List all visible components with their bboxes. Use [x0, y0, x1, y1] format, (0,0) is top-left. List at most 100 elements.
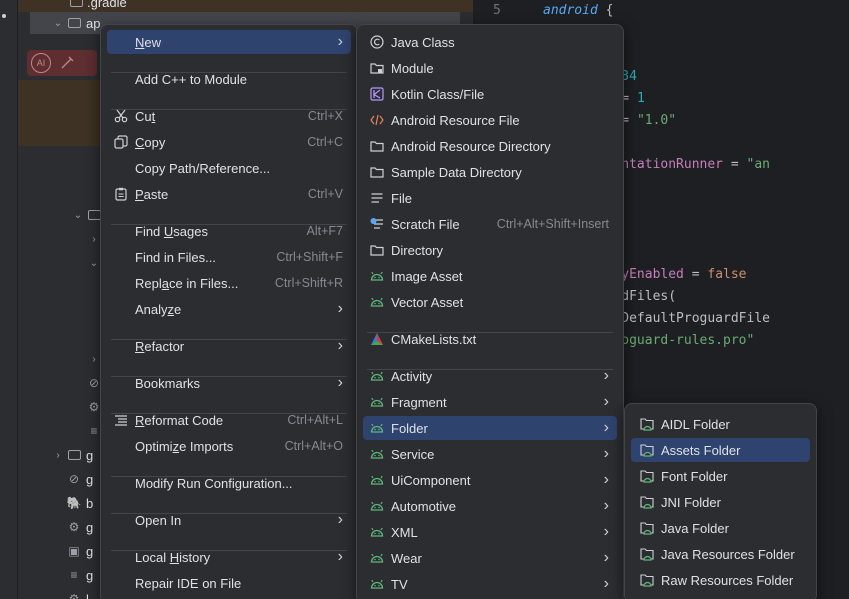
new-menu-item-directory[interactable]: Directory — [363, 238, 617, 262]
android-folder-icon — [639, 442, 655, 458]
new-menu-item-activity[interactable]: Activity › — [363, 364, 617, 388]
folder-menu-item-java-resources-folder[interactable]: Java Resources Folder — [631, 542, 810, 566]
menu-item-local-history[interactable]: Local History › — [107, 545, 351, 569]
menu-item-analyze[interactable]: Analyze › — [107, 297, 351, 321]
tree-item[interactable]: ⊘ g — [66, 468, 93, 490]
menu-item-refactor[interactable]: Refactor › — [107, 334, 351, 358]
menu-item-label: Java Resources Folder — [661, 546, 795, 562]
ai-assistant-badge[interactable]: AI — [27, 50, 97, 76]
shortcut-label: Ctrl+C — [307, 135, 343, 149]
new-menu-item-image-asset[interactable]: Image Asset — [363, 264, 617, 288]
tree-item-label: g — [86, 519, 94, 535]
android-icon — [369, 472, 385, 488]
android-folder-icon — [639, 546, 655, 562]
shortcut-label: Ctrl+Alt+L — [287, 413, 343, 427]
tree-item[interactable]: ▣ g — [66, 540, 93, 562]
folder-menu-item-aidl-folder[interactable]: AIDL Folder — [631, 412, 810, 436]
new-submenu: Java Class Module Kotlin Class/File Android… — [356, 24, 624, 599]
new-menu-item-android-resource-file[interactable]: Android Resource File — [363, 108, 617, 132]
tree-item[interactable]: › g — [50, 444, 93, 466]
copy-icon — [113, 134, 129, 150]
new-menu-item-automotive[interactable]: Automotive › — [363, 494, 617, 518]
tree-item[interactable]: 🐘 b — [66, 492, 94, 514]
menu-item-label: Replace in Files... — [135, 275, 239, 291]
folder-menu-item-raw-resources-folder[interactable]: Raw Resources Folder — [631, 568, 810, 592]
menu-item-reformat-code[interactable]: Reformat Code Ctrl+Alt+L — [107, 408, 351, 432]
android-icon — [369, 550, 385, 566]
menu-item-modify-run-configuration[interactable]: Modify Run Configuration... — [107, 471, 351, 495]
terminal-icon: ▣ — [68, 544, 80, 558]
new-menu-item-folder[interactable]: Folder › — [363, 416, 617, 440]
new-menu-item-tv[interactable]: TV › — [363, 572, 617, 596]
menu-item-label: Module — [391, 60, 434, 76]
folder-icon — [369, 242, 385, 258]
menu-item-label: Find in Files... — [135, 249, 216, 265]
menu-item-label: File — [391, 190, 412, 206]
tree-item[interactable]: ≡ g — [66, 564, 93, 586]
menu-item-add-c-to-module[interactable]: Add C++ to Module — [107, 67, 351, 91]
menu-item-optimize-imports[interactable]: Optimize Imports Ctrl+Alt+O — [107, 434, 351, 458]
code-token: { — [597, 3, 614, 18]
menu-item-copy-path-reference[interactable]: Copy Path/Reference... — [107, 156, 351, 180]
tree-item[interactable]: ⚙ g — [66, 516, 94, 538]
menu-item-find-usages[interactable]: Find Usages Alt+F7 — [107, 219, 351, 243]
chevron-right-icon: › — [603, 523, 609, 540]
folder-submenu: AIDL Folder Assets Folder Font Folder JNI F… — [624, 403, 817, 599]
menu-item-bookmarks[interactable]: Bookmarks › — [107, 371, 351, 395]
tree-item[interactable]: ⚙ l — [66, 588, 89, 599]
menu-item-label: Assets Folder — [661, 442, 741, 458]
menu-item-label: CMakeLists.txt — [391, 331, 477, 347]
file-icon — [369, 190, 385, 206]
menu-item-label: Add C++ to Module — [135, 71, 248, 87]
menu-item-label: Wear — [391, 550, 422, 566]
tool-window-strip — [0, 0, 18, 599]
menu-item-replace-in-files[interactable]: Replace in Files... Ctrl+Shift+R — [107, 271, 351, 295]
chevron-right-icon: › — [603, 497, 609, 514]
android-icon — [369, 394, 385, 410]
new-menu-item-uicomponent[interactable]: UiComponent › — [363, 468, 617, 492]
new-menu-item-sample-data-directory[interactable]: Sample Data Directory — [363, 160, 617, 184]
new-menu-item-android-resource-directory[interactable]: Android Resource Directory — [363, 134, 617, 158]
shortcut-label: Ctrl+Alt+O — [284, 439, 343, 453]
menu-item-label: Analyze — [135, 301, 182, 317]
menu-item-new[interactable]: New › — [107, 30, 351, 54]
menu-item-repair-ide-on-file[interactable]: Repair IDE on File — [107, 571, 351, 595]
android-icon — [369, 420, 385, 436]
menu-item-paste[interactable]: Paste Ctrl+V — [107, 182, 351, 206]
chevron-right-icon: › — [603, 393, 609, 410]
menu-item-label: Java Class — [391, 34, 455, 50]
menu-item-label: Raw Resources Folder — [661, 572, 794, 588]
chevron-right-icon: › — [603, 575, 609, 592]
gradle-icon: 🐘 — [66, 496, 82, 510]
folder-menu-item-java-folder[interactable]: Java Folder — [631, 516, 810, 540]
android-icon — [369, 524, 385, 540]
android-folder-icon — [639, 520, 655, 536]
new-menu-item-module[interactable]: Module — [363, 56, 617, 80]
new-menu-item-cmakelists-txt[interactable]: CMakeLists.txt — [363, 327, 617, 351]
new-menu-item-xml[interactable]: XML › — [363, 520, 617, 544]
folder-menu-item-assets-folder[interactable]: Assets Folder — [631, 438, 810, 462]
new-menu-item-vector-asset[interactable]: Vector Asset — [363, 290, 617, 314]
folder-menu-item-jni-folder[interactable]: JNI Folder — [631, 490, 810, 514]
menu-item-cut[interactable]: Cut Ctrl+X — [107, 104, 351, 128]
folder-menu-item-font-folder[interactable]: Font Folder — [631, 464, 810, 488]
menu-item-open-in[interactable]: Open In › — [107, 508, 351, 532]
new-menu-item-scratch-file[interactable]: Scratch File Ctrl+Alt+Shift+Insert — [363, 212, 617, 236]
wand-icon — [61, 56, 74, 69]
xml-icon — [369, 112, 385, 128]
menu-item-label: Reformat Code — [135, 412, 224, 428]
new-menu-item-fragment[interactable]: Fragment › — [363, 390, 617, 414]
context-menu: New › Add C++ to Module Cut Ctrl+X Copy Ctrl+C… — [100, 24, 358, 599]
new-menu-item-java-class[interactable]: Java Class — [363, 30, 617, 54]
ai-icon: AI — [31, 53, 51, 73]
menu-item-label: Find Usages — [135, 223, 208, 239]
menu-item-copy[interactable]: Copy Ctrl+C — [107, 130, 351, 154]
menu-item-find-in-files[interactable]: Find in Files... Ctrl+Shift+F — [107, 245, 351, 269]
new-menu-item-file[interactable]: File — [363, 186, 617, 210]
new-menu-item-kotlin-class-file[interactable]: Kotlin Class/File — [363, 82, 617, 106]
new-menu-item-service[interactable]: Service › — [363, 442, 617, 466]
new-menu-item-wear[interactable]: Wear › — [363, 546, 617, 570]
android-folder-icon — [639, 416, 655, 432]
line-number: 5 — [493, 3, 501, 18]
menu-item-label: Copy — [135, 134, 166, 150]
